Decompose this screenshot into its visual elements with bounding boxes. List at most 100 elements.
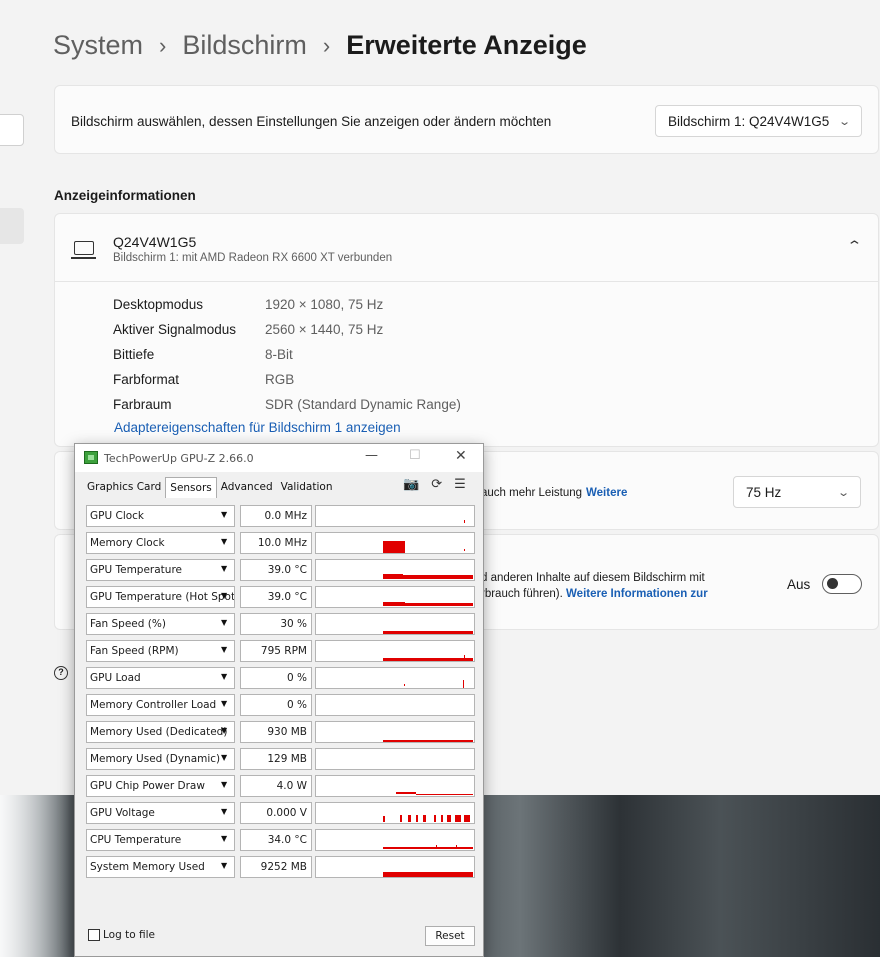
nav-search-box[interactable] xyxy=(0,114,24,146)
monitor-icon xyxy=(71,241,96,259)
sensor-row: Fan Speed (%) ▼ 30 % xyxy=(86,612,476,639)
dropdown-arrow-icon[interactable]: ▼ xyxy=(221,672,227,681)
dropdown-arrow-icon[interactable]: ▼ xyxy=(221,753,227,762)
sensor-name-dropdown[interactable]: Memory Controller Load xyxy=(86,694,235,716)
dropdown-arrow-icon[interactable]: ▼ xyxy=(221,645,227,654)
sensor-name-dropdown[interactable]: GPU Chip Power Draw xyxy=(86,775,235,797)
sensor-graph xyxy=(315,856,475,878)
info-value: RGB xyxy=(265,372,295,387)
sensor-graph-bar xyxy=(464,815,470,822)
sensor-graph xyxy=(315,532,475,554)
sensor-row: GPU Temperature ▼ 39.0 °C xyxy=(86,558,476,585)
sensor-row: GPU Voltage ▼ 0.000 V xyxy=(86,801,476,828)
tab-advanced[interactable]: Advanced xyxy=(217,477,277,498)
gpuz-tabs: Graphics Card Sensors Advanced Validatio… xyxy=(83,477,336,498)
sensor-name-dropdown[interactable]: Fan Speed (RPM) xyxy=(86,640,235,662)
sensor-name-dropdown[interactable]: GPU Clock xyxy=(86,505,235,527)
breadcrumb-bildschirm[interactable]: Bildschirm xyxy=(182,30,307,61)
sensor-name-dropdown[interactable]: GPU Load xyxy=(86,667,235,689)
sensor-value: 930 MB xyxy=(240,721,312,743)
hdr-toggle-switch[interactable] xyxy=(822,574,862,594)
reset-button[interactable]: Reset xyxy=(425,926,475,946)
sensor-name-dropdown[interactable]: GPU Temperature xyxy=(86,559,235,581)
info-row: Aktiver Signalmodus 2560 × 1440, 75 Hz xyxy=(113,317,461,342)
sensor-name-dropdown[interactable]: CPU Temperature xyxy=(86,829,235,851)
sensor-graph xyxy=(315,586,475,608)
tab-sensors[interactable]: Sensors xyxy=(165,477,217,498)
sensor-graph-bar xyxy=(456,845,457,847)
dropdown-arrow-icon[interactable]: ▼ xyxy=(221,834,227,843)
sensor-name-dropdown[interactable]: Fan Speed (%) xyxy=(86,613,235,635)
sensor-graph xyxy=(315,721,475,743)
wallpaper-light xyxy=(0,795,70,957)
menu-icon[interactable]: ☰ xyxy=(454,477,466,492)
help-icon[interactable]: ? xyxy=(54,666,68,680)
sensor-graph xyxy=(315,775,475,797)
breadcrumb-system[interactable]: System xyxy=(53,30,143,61)
sensor-name-dropdown[interactable]: GPU Voltage xyxy=(86,802,235,824)
sensor-graph-bar xyxy=(423,815,426,822)
dropdown-arrow-icon[interactable]: ▼ xyxy=(221,699,227,708)
minimize-icon[interactable]: — xyxy=(365,448,378,463)
sensor-graph xyxy=(315,640,475,662)
display-info-header[interactable]: Q24V4W1G5 Bildschirm 1: mit AMD Radeon R… xyxy=(55,214,878,282)
sensor-value: 39.0 °C xyxy=(240,559,312,581)
sensor-name-dropdown[interactable]: Memory Used (Dynamic) xyxy=(86,748,235,770)
gpuz-titlebar[interactable]: TechPowerUp GPU-Z 2.66.0 — ☐ ✕ xyxy=(75,444,483,472)
log-to-file-control[interactable]: Log to file xyxy=(88,929,155,941)
sensor-graph-bar xyxy=(441,815,443,822)
sensor-graph xyxy=(315,748,475,770)
log-to-file-checkbox[interactable] xyxy=(88,929,100,941)
tab-graphics-card[interactable]: Graphics Card xyxy=(83,477,165,498)
dropdown-arrow-icon[interactable]: ▼ xyxy=(221,537,227,546)
info-key: Farbformat xyxy=(113,372,180,387)
hdr-desc-line2: rbrauch führen). xyxy=(481,588,563,600)
display-select-dropdown[interactable]: Bildschirm 1: Q24V4W1G5 ⌄ xyxy=(655,105,862,137)
info-value: SDR (Standard Dynamic Range) xyxy=(265,397,461,412)
monitor-name: Q24V4W1G5 xyxy=(113,234,197,250)
sensor-graph-bar xyxy=(383,574,403,579)
chevron-up-icon[interactable]: ⌃ xyxy=(846,238,862,254)
sensor-name-dropdown[interactable]: Memory Clock xyxy=(86,532,235,554)
sensor-graph-bar xyxy=(383,658,473,661)
sensor-value: 795 RPM xyxy=(240,640,312,662)
breadcrumb: System › Bildschirm › Erweiterte Anzeige xyxy=(53,30,587,61)
sensor-graph-bar xyxy=(405,603,473,606)
dropdown-arrow-icon[interactable]: ▼ xyxy=(221,510,227,519)
dropdown-arrow-icon[interactable]: ▼ xyxy=(221,780,227,789)
camera-icon[interactable]: 📷 xyxy=(403,477,419,492)
dropdown-arrow-icon[interactable]: ▼ xyxy=(221,591,227,600)
sensor-name-dropdown[interactable]: GPU Temperature (Hot Spot) xyxy=(86,586,235,608)
refresh-rate-more-link[interactable]: Weitere xyxy=(586,487,627,499)
sensor-row: GPU Clock ▼ 0.0 MHz xyxy=(86,504,476,531)
maximize-icon: ☐ xyxy=(409,448,421,463)
tab-validation[interactable]: Validation xyxy=(277,477,337,498)
close-icon[interactable]: ✕ xyxy=(455,448,467,464)
dropdown-arrow-icon[interactable]: ▼ xyxy=(221,564,227,573)
sensor-graph xyxy=(315,613,475,635)
info-key: Desktopmodus xyxy=(113,297,204,312)
sensor-name-dropdown[interactable]: Memory Used (Dedicated) xyxy=(86,721,235,743)
adapter-properties-link[interactable]: Adaptereigenschaften für Bildschirm 1 an… xyxy=(114,420,401,435)
chevron-down-icon: ⌄ xyxy=(837,115,851,128)
sensor-graph-bar xyxy=(434,815,436,822)
sensor-graph-bar xyxy=(400,815,402,822)
display-select-label: Bildschirm auswählen, dessen Einstellung… xyxy=(71,114,552,129)
refresh-icon[interactable]: ⟳ xyxy=(431,477,442,492)
sensor-name-dropdown[interactable]: System Memory Used xyxy=(86,856,235,878)
dropdown-arrow-icon[interactable]: ▼ xyxy=(221,726,227,735)
sensor-row: Memory Used (Dynamic) ▼ 129 MB xyxy=(86,747,476,774)
refresh-rate-dropdown[interactable]: 75 Hz ⌄ xyxy=(733,476,861,508)
log-to-file-label: Log to file xyxy=(103,929,155,941)
hdr-more-link[interactable]: Weitere Informationen zur xyxy=(566,588,708,600)
dropdown-arrow-icon[interactable]: ▼ xyxy=(221,618,227,627)
nav-selected-item[interactable] xyxy=(0,208,24,244)
dropdown-arrow-icon[interactable]: ▼ xyxy=(221,807,227,816)
sensor-value: 0 % xyxy=(240,694,312,716)
sensor-value: 9252 MB xyxy=(240,856,312,878)
sensor-row: CPU Temperature ▼ 34.0 °C xyxy=(86,828,476,855)
sensor-row: GPU Load ▼ 0 % xyxy=(86,666,476,693)
dropdown-arrow-icon[interactable]: ▼ xyxy=(221,861,227,870)
display-info-rows: Desktopmodus 1920 × 1080, 75 Hz Aktiver S… xyxy=(113,292,461,417)
sensor-graph-bar xyxy=(408,815,411,822)
